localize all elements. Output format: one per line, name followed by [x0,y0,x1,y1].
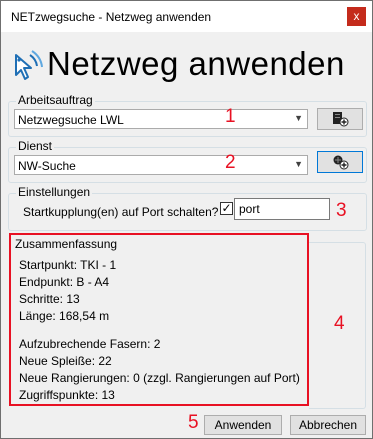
summary-line-startpunkt: Startpunkt: TKI - 1 [19,258,117,272]
einstellungen-legend: Einstellungen [16,185,93,199]
marker-1: 1 [225,106,236,127]
port-switch-label: Startkupplung(en) auf Port schalten? [23,205,219,219]
dialog-window: NETzwegsuche - Netzweg anwenden x Netzwe… [0,0,373,439]
marker-3: 3 [336,200,347,221]
add-document-icon [333,112,349,127]
window-title: NETzwegsuche - Netzweg anwenden [11,10,212,24]
dienst-select[interactable]: NW-Suche ▼ [14,155,308,175]
title-bar[interactable]: NETzwegsuche - Netzweg anwenden x [1,1,372,32]
add-dienst-button[interactable] [317,151,363,173]
marker-4: 4 [334,313,345,334]
summary-panel: Zusammenfassung Startpunkt: TKI - 1 Endp… [9,233,309,406]
page-title: Netzweg anwenden [47,45,345,82]
summary-line-fasern: Aufzubrechende Fasern: 2 [19,337,161,351]
port-input[interactable]: port [234,198,330,220]
dienst-legend: Dienst [16,139,55,153]
apply-button[interactable]: Anwenden [204,415,282,435]
dialog-header: Netzweg anwenden [1,32,372,90]
port-switch-checkbox[interactable]: ✓ [220,202,233,215]
marker-2: 2 [225,152,236,173]
summary-legend: Zusammenfassung [15,237,118,251]
dienst-value: NW-Suche [18,159,76,173]
marker-5: 5 [188,412,199,433]
summary-line-endpunkt: Endpunkt: B - A4 [19,275,110,289]
summary-line-spleisse: Neue Spleiße: 22 [19,354,112,368]
add-service-icon [333,155,349,170]
summary-line-laenge: Länge: 168,54 m [19,309,110,323]
cancel-button[interactable]: Abbrechen [290,415,366,435]
arbeitsauftrag-value: Netzwegsuche LWL [18,113,124,127]
close-button[interactable]: x [347,7,366,26]
summary-line-schritte: Schritte: 13 [19,292,80,306]
add-arbeitsauftrag-button[interactable] [317,108,363,130]
summary-line-rangierungen: Neue Rangierungen: 0 (zzgl. Rangierungen… [19,371,300,385]
port-input-value: port [239,202,260,216]
summary-line-zugriffspunkte: Zugriffspunkte: 13 [19,388,115,402]
chevron-down-icon: ▼ [294,113,303,123]
arbeitsauftrag-legend: Arbeitsauftrag [16,93,95,107]
arbeitsauftrag-select[interactable]: Netzwegsuche LWL ▼ [14,109,308,129]
cursor-network-icon [15,50,43,80]
chevron-down-icon: ▼ [294,159,303,169]
